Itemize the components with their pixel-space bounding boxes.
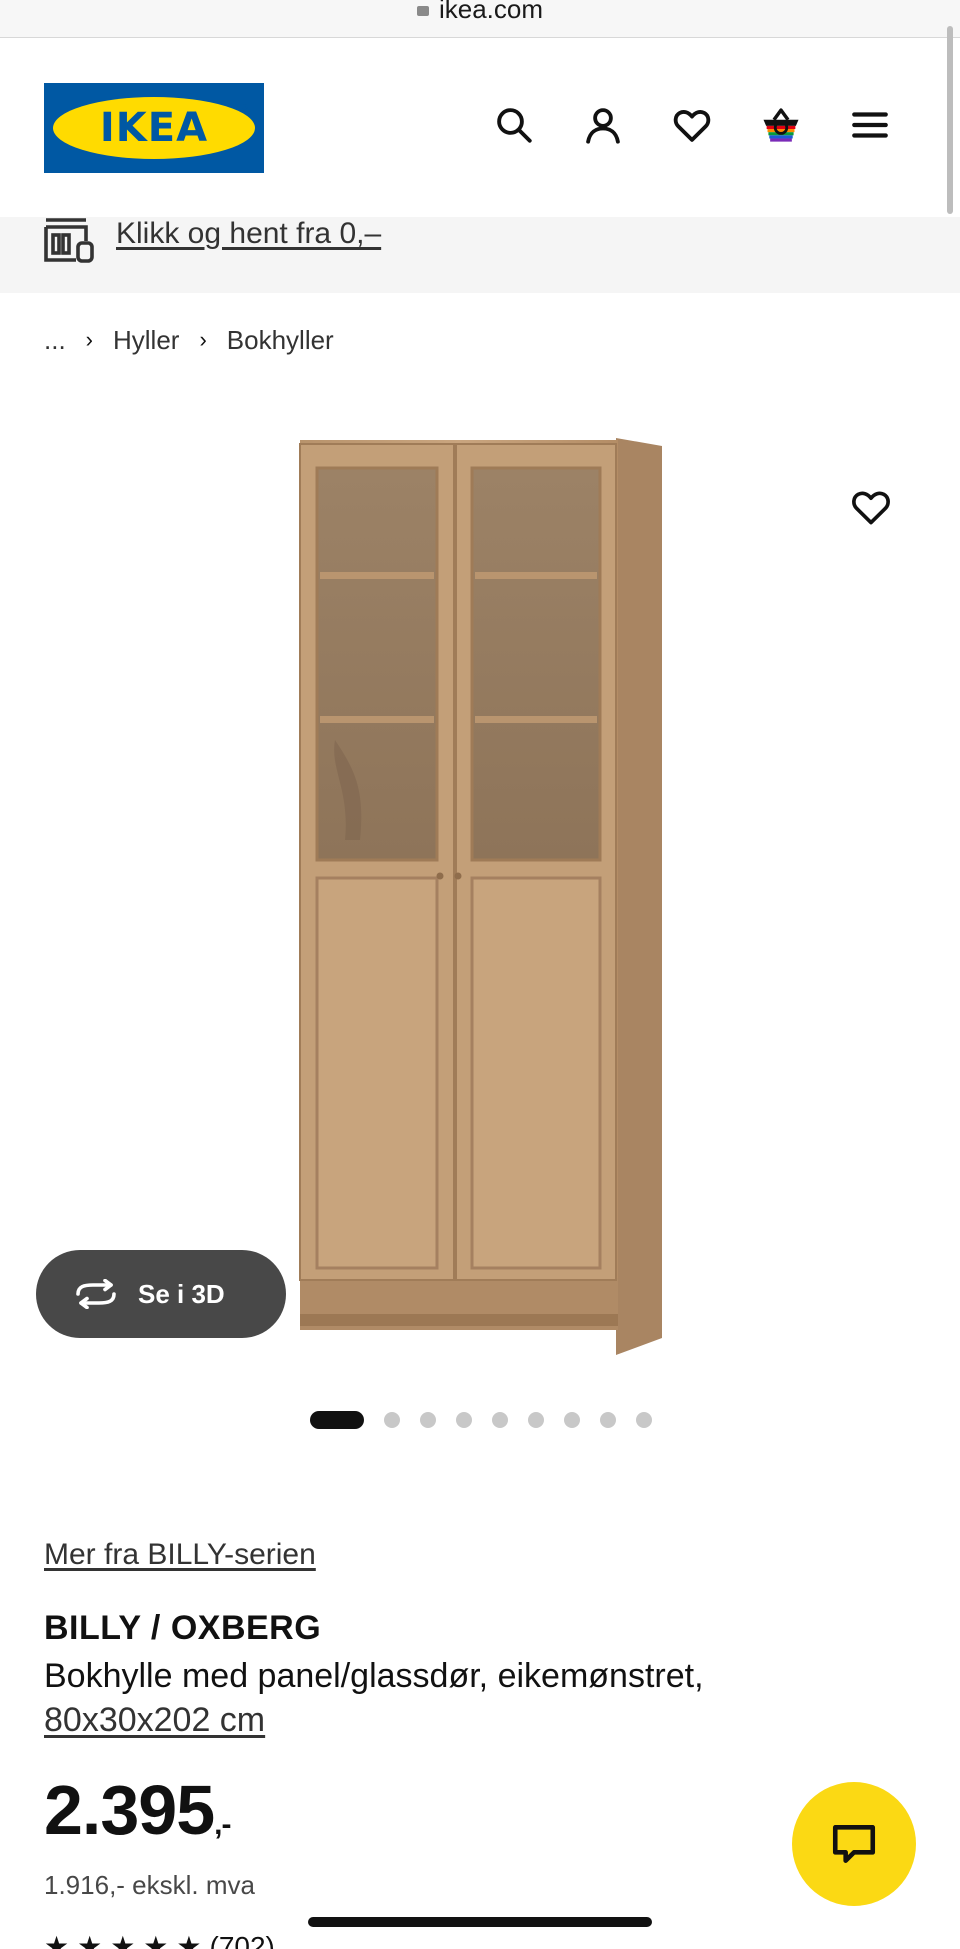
account-button[interactable] [579,101,627,149]
rating-count: (702) [209,1931,275,1949]
pagination-dot[interactable] [564,1412,580,1428]
pagination-dot[interactable] [420,1412,436,1428]
heart-icon [673,110,711,142]
product-name: BILLY / OXBERG [44,1609,322,1647]
chevron-right-icon: › [85,327,93,352]
product-description-text: Bokhylle med panel/glassdør, eikemønstre… [44,1657,704,1695]
search-button[interactable] [490,101,538,149]
price-value: 2.395 [44,1771,215,1849]
gallery-pagination[interactable] [310,1410,652,1430]
chat-button[interactable] [792,1782,916,1906]
pagination-dot[interactable] [456,1412,472,1428]
product-size-link[interactable]: 80x30x202 cm [44,1701,265,1739]
url-text: ikea.com [0,0,960,25]
lock-icon [416,6,429,16]
menu-button[interactable] [846,101,894,149]
series-link[interactable]: Mer fra BILLY-serien [44,1538,316,1572]
product-image-gallery[interactable]: Se i 3D [0,410,960,1380]
pagination-dot[interactable] [384,1412,400,1428]
breadcrumb-ellipsis[interactable]: ... [44,325,66,356]
favourites-button[interactable] [668,101,716,149]
ikea-logo[interactable]: IKEA ® [44,83,264,173]
breadcrumb-bokhyller[interactable]: Bokhyller [227,325,334,356]
chevron-right-icon: › [199,327,207,352]
pagination-dot[interactable] [636,1412,652,1428]
page-scrollbar[interactable] [947,26,953,214]
product-price: 2.395,- [44,1770,232,1850]
click-collect-banner[interactable]: Klikk og hent fra 0,– [0,217,960,293]
click-collect-link[interactable]: Klikk og hent fra 0,– [116,217,381,251]
store-icon [44,218,94,263]
breadcrumb-hyller[interactable]: Hyller [113,325,179,356]
account-icon [586,108,620,144]
rating-stars[interactable]: ★★★★★(702) [44,1930,275,1949]
heart-icon [852,491,890,525]
rotate-3d-icon [76,1279,116,1309]
basket-icon [763,108,799,142]
pagination-dot[interactable] [528,1412,544,1428]
product-description: Bokhylle med panel/glassdør, eikemønstre… [44,1654,904,1742]
product-image [299,438,662,1355]
see-in-3d-button[interactable]: Se i 3D [36,1250,286,1338]
chat-icon [832,1825,876,1863]
pagination-dot-active[interactable] [310,1411,364,1429]
logo-text: IKEA [99,105,209,151]
home-indicator [308,1917,652,1927]
pagination-dot[interactable] [492,1412,508,1428]
add-to-favourites-button[interactable] [844,480,898,534]
pagination-dot[interactable] [600,1412,616,1428]
price-suffix: ,- [214,1808,231,1841]
site-header: IKEA ® [0,39,960,217]
search-icon [497,108,532,143]
breadcrumb: ... › Hyller › Bokhyller [44,322,334,358]
see-in-3d-label: Se i 3D [138,1278,225,1309]
menu-icon [852,112,888,138]
price-ex-vat: 1.916,- ekskl. mva [44,1870,255,1900]
basket-button[interactable] [757,101,805,149]
browser-address-bar[interactable]: ikea.com [0,0,960,38]
